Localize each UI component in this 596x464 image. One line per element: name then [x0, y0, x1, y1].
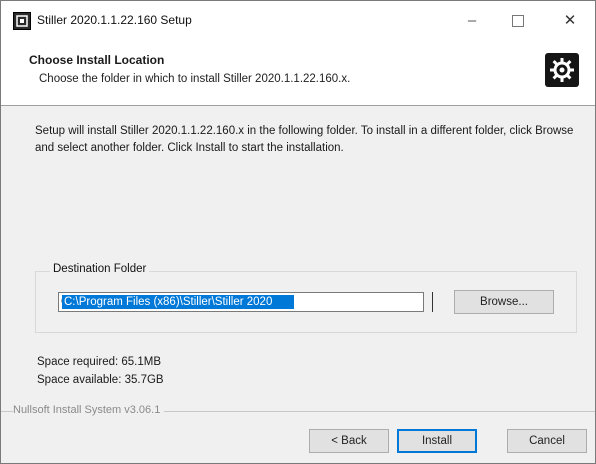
cancel-button[interactable]: Cancel	[507, 429, 587, 453]
gear-logo-icon	[545, 53, 579, 87]
minimize-button[interactable]: –	[449, 1, 495, 41]
install-description: Setup will install Stiller 2020.1.1.22.1…	[35, 125, 574, 154]
install-button[interactable]: Install	[397, 429, 477, 453]
space-required: Space required: 65.1MB	[37, 356, 162, 368]
installer-window: Stiller 2020.1.1.22.160 Setup – ✕ Choose…	[0, 0, 596, 464]
maximize-icon	[512, 15, 524, 28]
title-bar: Stiller 2020.1.1.22.160 Setup – ✕	[1, 1, 595, 41]
back-button[interactable]: < Back	[309, 429, 389, 453]
space-available: Space available: 35.7GB	[37, 374, 164, 386]
browse-button[interactable]: Browse...	[454, 290, 554, 314]
branding-text: Nullsoft Install System v3.06.1	[13, 404, 165, 416]
page-subtitle: Choose the folder in which to install St…	[39, 73, 351, 85]
maximize-button[interactable]	[495, 1, 541, 41]
window-title: Stiller 2020.1.1.22.160 Setup	[37, 13, 192, 27]
destination-folder-label: Destination Folder	[50, 263, 150, 275]
destination-path-input[interactable]	[58, 292, 424, 312]
text-cursor	[432, 292, 433, 312]
page-header: Choose Install Location Choose the folde…	[1, 41, 595, 106]
minimize-icon: –	[467, 12, 477, 29]
destination-folder-group: Destination Folder C:\Program Files (x86…	[35, 263, 577, 333]
page-title: Choose Install Location	[29, 53, 165, 67]
close-button[interactable]: ✕	[547, 1, 593, 41]
close-icon: ✕	[563, 12, 577, 29]
installer-app-icon	[13, 12, 31, 30]
